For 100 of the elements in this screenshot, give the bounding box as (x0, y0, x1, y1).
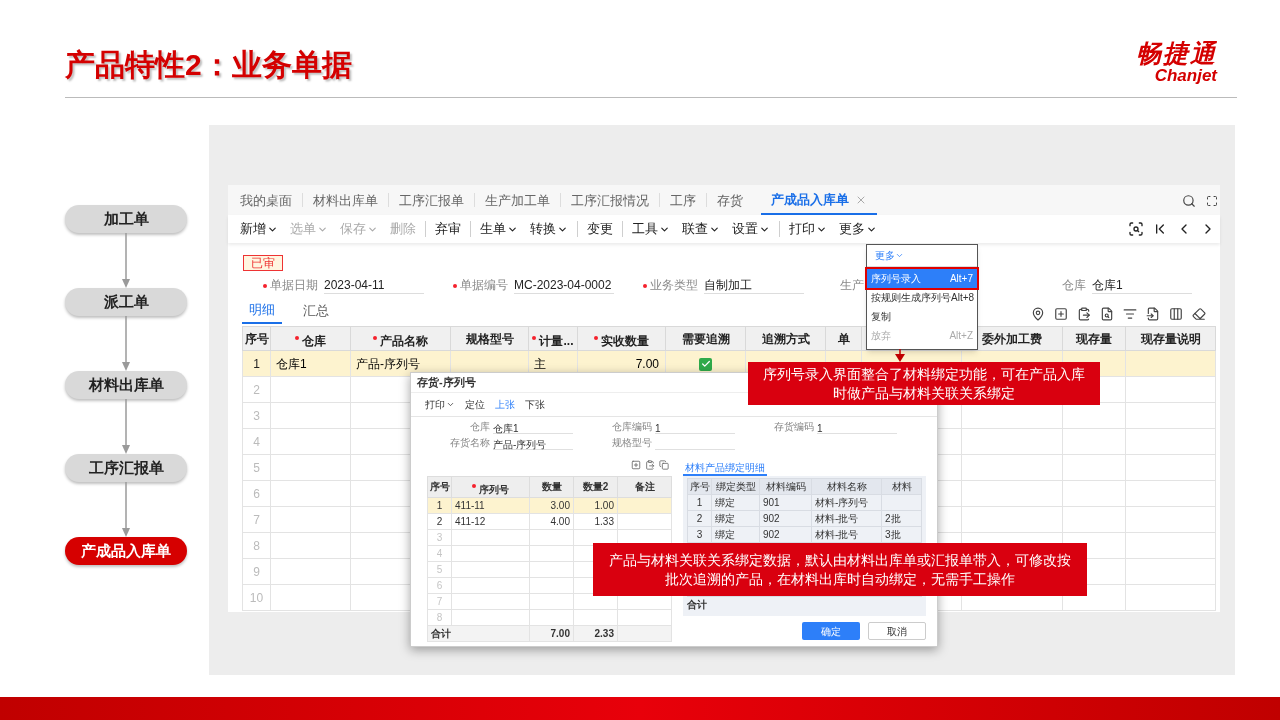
add-icon[interactable] (631, 460, 641, 470)
column-header: 数量 (541, 480, 562, 495)
table-cell: 3批 (885, 529, 901, 540)
menu-item[interactable]: 序列号录入 Alt+7 (867, 269, 977, 288)
toolbar-button[interactable]: 工具 (626, 221, 676, 237)
flow-step: 产成品入库单 (65, 537, 187, 565)
toolbar-button[interactable]: 生单 (474, 221, 524, 237)
menu-item[interactable]: 复制 (867, 307, 977, 326)
fullscreen-icon[interactable] (1206, 195, 1218, 207)
connector-arrow (122, 399, 130, 454)
search-icon[interactable] (1128, 221, 1144, 237)
tab[interactable]: 我的桌面 (230, 187, 302, 215)
column-header: 产品名称 (380, 333, 428, 350)
callout: 产品与材料关联关系绑定数据，默认由材料出库单或汇报单带入，可修改按批次追溯的产品，在材料出库时自动绑定，无需手工操作 (593, 543, 1087, 596)
menu-title[interactable]: 更多 (875, 248, 904, 263)
menu-item[interactable]: 按规则生成序列号Alt+8 (867, 288, 977, 307)
table-cell: 411-12 (455, 515, 486, 527)
column-header: 备注 (634, 480, 655, 495)
caret-icon (895, 251, 904, 260)
toolbar-button[interactable]: 新增 (234, 221, 284, 237)
filter-icon[interactable] (1123, 307, 1137, 321)
column-header: 现存量 (1076, 330, 1112, 348)
column-header: 规格型号 (465, 330, 514, 348)
tab[interactable]: 生产加工单 (475, 187, 560, 215)
shortcut-label: Alt+8 (951, 291, 975, 305)
field-label: 仓库编码 (612, 420, 652, 434)
field-value: 2023-04-11 (324, 278, 385, 292)
tab[interactable]: 工序汇报情况 (561, 187, 659, 215)
tab[interactable]: 明细 (242, 298, 282, 324)
flow-step: 工序汇报单 (65, 454, 187, 482)
column-header: 追溯方式 (761, 330, 810, 348)
table-cell: 产品-序列号 (356, 356, 420, 371)
toolbar-button[interactable]: 弃审 (429, 221, 471, 237)
menu-item-label: 放弃 (871, 329, 891, 343)
flow-step: 派工单 (65, 288, 187, 316)
row-number: 1 (253, 356, 260, 371)
column-header: 委外加工费 (982, 330, 1042, 348)
row-number: 2 (696, 513, 703, 524)
field-value: 1 (817, 423, 823, 434)
dialog-button[interactable]: 取消 (868, 622, 926, 640)
toolbar-button[interactable]: 下张 (525, 397, 545, 412)
table-cell: 1.33 (594, 515, 614, 527)
table-cell: 902 (763, 529, 780, 540)
total-label: 合计 (431, 627, 451, 639)
toolbar-button[interactable]: 设置 (726, 221, 780, 237)
tab[interactable]: 产成品入库单 (761, 187, 877, 215)
dialog-button[interactable]: 确定 (802, 622, 860, 640)
field-value: 仓库1 (1092, 278, 1123, 292)
column-header: 单 (837, 330, 850, 348)
field-value: 1 (655, 423, 661, 434)
toolbar-button[interactable]: 打印 (783, 221, 833, 237)
paste-icon[interactable] (645, 460, 655, 470)
table-cell: 901 (763, 497, 780, 508)
toolbar-button[interactable]: 打印 (425, 397, 455, 412)
columns-icon[interactable] (1169, 307, 1183, 321)
field-value: MC-2023-04-0002 (514, 278, 612, 292)
field-label: 业务类型 (650, 277, 698, 294)
column-header: 计量... (539, 333, 574, 350)
tab[interactable]: 工序汇报单 (389, 187, 474, 215)
row-number: 5 (253, 460, 260, 475)
add-icon[interactable] (1054, 307, 1068, 321)
toolbar-button[interactable]: 变更 (581, 221, 623, 237)
field-label: 单据编号 (460, 277, 508, 294)
file-search-icon[interactable] (1100, 307, 1114, 321)
menu-item-label: 复制 (871, 310, 891, 324)
paste-icon[interactable] (1077, 307, 1091, 321)
toolbar-button[interactable]: 更多 (833, 221, 883, 237)
connector-arrow (122, 482, 130, 537)
table-cell: 4.00 (550, 515, 570, 527)
tab[interactable]: 汇总 (296, 298, 336, 324)
toolbar-button[interactable]: 转换 (524, 221, 578, 237)
row-number: 6 (253, 486, 260, 501)
table-cell: 902 (763, 513, 780, 524)
field-value: 仓库1 (493, 423, 519, 434)
total-value: 2.33 (594, 627, 614, 639)
table-cell: 材料-批号 (815, 513, 859, 524)
field-label: 生产 (840, 277, 864, 294)
location-pin-icon[interactable] (1031, 307, 1045, 321)
status-badge: 已审 (243, 255, 283, 271)
tab[interactable]: 材料出库单 (303, 187, 388, 215)
tab[interactable]: 存货 (707, 187, 753, 215)
row-number: 3 (696, 529, 703, 540)
table-cell: 材料-批号 (815, 529, 859, 540)
field-label: 规格型号 (612, 436, 652, 450)
row-number: 7 (253, 512, 260, 527)
copy-icon[interactable] (659, 460, 669, 470)
toolbar-button[interactable]: 上张 (495, 397, 515, 412)
table-cell: 绑定 (715, 497, 735, 508)
total-label: 合计 (687, 598, 707, 612)
toolbar-button[interactable]: 联查 (676, 221, 726, 237)
checkbox[interactable] (699, 357, 712, 371)
menu-item-label: 序列号录入 (871, 272, 921, 286)
eraser-icon[interactable] (1192, 307, 1206, 321)
field-value: 自制加工 (704, 278, 752, 292)
column-header: 序号 (689, 481, 710, 492)
search-icon[interactable] (1182, 194, 1196, 208)
toolbar-button[interactable]: 定位 (465, 397, 485, 412)
tab[interactable]: 工序 (660, 187, 706, 215)
import-icon[interactable] (1146, 307, 1160, 321)
column-header: 需要追溯 (681, 330, 730, 348)
